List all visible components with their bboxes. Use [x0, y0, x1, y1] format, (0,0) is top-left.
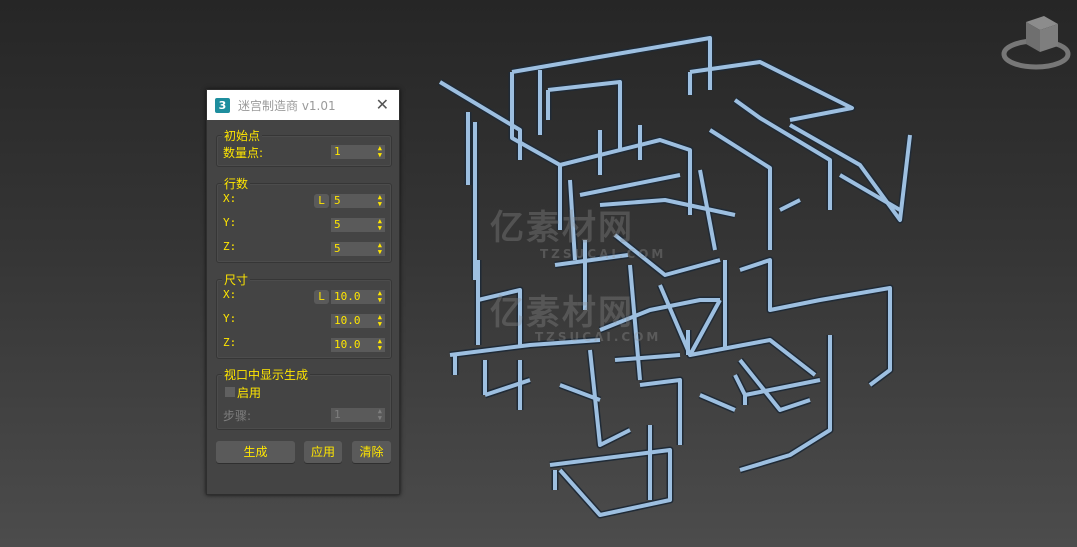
group-label: 视口中显示生成	[222, 366, 311, 383]
size-x-spinner[interactable]: 10.0 ▲ ▼	[331, 290, 385, 304]
maze-3d-model	[438, 34, 914, 519]
spinner-arrows-icon[interactable]: ▲ ▼	[378, 145, 382, 159]
maze-wall-segment	[699, 393, 736, 412]
size-y-value: 10.0	[334, 314, 361, 327]
size-x-label: X:	[223, 288, 237, 301]
maze-wall-segment	[739, 258, 892, 387]
rows-y-label: Y:	[223, 216, 237, 229]
size-z-value: 10.0	[334, 338, 361, 351]
size-y-spinner[interactable]: 10.0 ▲ ▼	[331, 314, 385, 328]
maze-wall-segment	[579, 173, 681, 197]
group-label: 尺寸	[222, 271, 251, 288]
spinner-arrows-icon[interactable]: ▲ ▼	[378, 408, 382, 422]
spinner-arrows-icon[interactable]: ▲ ▼	[378, 314, 382, 328]
viewcube-icon[interactable]	[1000, 12, 1072, 74]
dialog-title: 迷宫制造商 v1.01	[238, 98, 336, 113]
count-value: 1	[334, 145, 341, 158]
spinner-arrows-icon[interactable]: ▲ ▼	[378, 218, 382, 232]
rows-x-value: 5	[334, 194, 341, 207]
spinner-arrows-icon[interactable]: ▲ ▼	[378, 242, 382, 256]
group-size: 尺寸 X: L 10.0 ▲ ▼ Y: 10.0 ▲ ▼ Z: 10.0 ▲ ▼	[216, 271, 392, 359]
maze-wall-segment	[708, 128, 772, 250]
rows-z-label: Z:	[223, 240, 237, 253]
spinner-arrows-icon[interactable]: ▲ ▼	[378, 290, 382, 304]
maze-wall-segment	[547, 78, 624, 150]
title-bar[interactable]: 3 迷宫制造商 v1.01 ✕	[207, 90, 399, 120]
rows-x-spinner[interactable]: 5 ▲ ▼	[331, 194, 385, 208]
size-y-label: Y:	[223, 312, 237, 325]
group-viewport-generation: 视口中显示生成 启用 步骤: 1 ▲ ▼	[216, 366, 392, 430]
rows-y-value: 5	[334, 218, 341, 231]
enable-label[interactable]: 启用	[237, 384, 261, 401]
maze-wall-segment	[438, 80, 522, 160]
rows-z-value: 5	[334, 242, 341, 255]
size-lock-button[interactable]: L	[314, 290, 329, 304]
maze-wall-segment	[738, 256, 894, 388]
generate-button[interactable]: 生成	[216, 441, 295, 463]
rows-lock-button[interactable]: L	[314, 194, 329, 208]
clear-button[interactable]: 清除	[352, 441, 391, 463]
group-label: 行数	[222, 175, 251, 192]
spinner-arrows-icon[interactable]: ▲ ▼	[378, 338, 382, 352]
size-z-label: Z:	[223, 336, 237, 349]
group-start-point: 初始点 数量点: 1 ▲ ▼	[216, 127, 392, 167]
maze-maker-dialog: 3 迷宫制造商 v1.01 ✕ 初始点 数量点: 1 ▲ ▼ 行数 X: L 5 ▲ ▼…	[206, 89, 400, 495]
watermark: 亿素材网	[490, 293, 634, 333]
rows-z-spinner[interactable]: 5 ▲ ▼	[331, 242, 385, 256]
close-icon[interactable]: ✕	[376, 95, 389, 114]
spinner-arrows-icon[interactable]: ▲ ▼	[378, 194, 382, 208]
step-spinner[interactable]: 1 ▲ ▼	[331, 408, 385, 422]
maze-wall-segment	[639, 378, 682, 445]
watermark-url: TZSUCAI.COM	[535, 330, 662, 344]
watermark: 亿素材网	[490, 208, 634, 248]
watermark-url: TZSUCAI.COM	[540, 247, 667, 261]
count-spinner[interactable]: 1 ▲ ▼	[331, 145, 385, 159]
step-label: 步骤:	[223, 409, 252, 423]
step-value: 1	[334, 408, 341, 421]
3dsmax-app-icon: 3	[215, 97, 230, 113]
rows-y-spinner[interactable]: 5 ▲ ▼	[331, 218, 385, 232]
maze-wall-segment	[639, 376, 684, 445]
apply-button[interactable]: 应用	[304, 441, 342, 463]
group-label: 初始点	[222, 127, 263, 144]
maze-wall-segment	[731, 373, 821, 399]
rows-x-label: X:	[223, 192, 237, 205]
group-rows: 行数 X: L 5 ▲ ▼ Y: 5 ▲ ▼ Z: 5 ▲ ▼	[216, 175, 392, 263]
size-z-spinner[interactable]: 10.0 ▲ ▼	[331, 338, 385, 352]
count-label: 数量点:	[223, 146, 264, 160]
size-x-value: 10.0	[334, 290, 361, 303]
enable-checkbox[interactable]	[225, 387, 235, 397]
